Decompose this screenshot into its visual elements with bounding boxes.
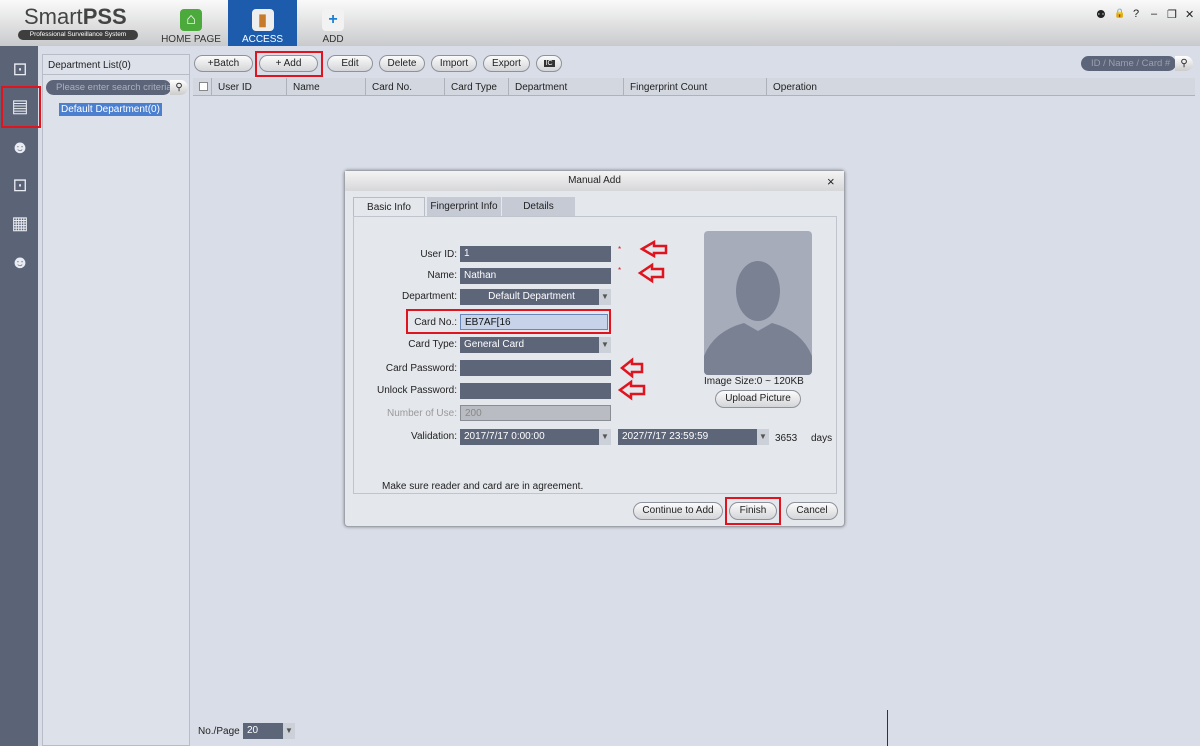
home-icon: ⌂ xyxy=(180,9,202,31)
user-id-input[interactable]: 1 xyxy=(460,246,611,262)
tab-details[interactable]: Details xyxy=(502,197,575,216)
edit-button[interactable]: Edit xyxy=(327,55,373,72)
logo: SmartPSS xyxy=(24,4,127,29)
validation-days: 3653 xyxy=(775,433,798,444)
upload-picture-button[interactable]: Upload Picture xyxy=(715,390,801,408)
annotation-arrows xyxy=(617,239,668,401)
annotation-box-add xyxy=(255,51,323,77)
department-item[interactable]: Default Department(0) xyxy=(59,103,162,116)
unlock-password-label: Unlock Password: xyxy=(376,385,457,396)
door-bell-icon[interactable]: ⊡ xyxy=(7,172,33,198)
user-settings-icon[interactable]: ☻ xyxy=(7,134,33,160)
dialog-title: Manual Add xyxy=(345,171,844,191)
restore-icon[interactable]: ❐ xyxy=(1167,8,1177,21)
number-of-use-input: 200 xyxy=(460,405,611,421)
plus-icon: + xyxy=(322,9,344,31)
import-button[interactable]: Import xyxy=(431,55,477,72)
tab-basic-info[interactable]: Basic Info xyxy=(353,197,425,216)
per-page-label: No./Page xyxy=(198,726,240,737)
continue-to-add-button[interactable]: Continue to Add xyxy=(633,502,723,520)
tab-home-page[interactable]: ⌂ HOME PAGE xyxy=(158,0,224,46)
column-header[interactable]: Department xyxy=(509,78,624,96)
export-button[interactable]: Export xyxy=(483,55,530,72)
chevron-down-icon: ▼ xyxy=(599,337,611,353)
department-search-input[interactable]: Please enter search criteria xyxy=(46,80,171,95)
validation-start-select[interactable]: 2017/7/17 0:00:00 ▼ xyxy=(460,429,611,445)
close-icon[interactable]: ✕ xyxy=(1185,8,1194,21)
report-search-icon[interactable]: ▦ xyxy=(7,210,33,236)
manual-add-dialog: Manual Add × Basic Info Fingerprint Info… xyxy=(344,170,845,527)
image-size-note: Image Size:0 ~ 120KB xyxy=(704,376,804,387)
user-icon[interactable]: ⚉ xyxy=(1096,8,1106,21)
user-search-input[interactable]: ID / Name / Card # xyxy=(1081,56,1176,71)
name-input[interactable]: Nathan xyxy=(460,268,611,284)
lock-icon[interactable]: 🔒 xyxy=(1114,8,1125,19)
annotation-box-finish xyxy=(725,497,781,525)
user-clock-icon[interactable]: ☻ xyxy=(7,249,33,275)
department-select[interactable]: Default Department ▼ xyxy=(460,289,611,305)
avatar-placeholder xyxy=(704,231,812,375)
number-of-use-label: Number of Use: xyxy=(386,408,457,419)
chevron-down-icon: ▼ xyxy=(599,289,611,305)
app-header: SmartPSS Professional Surveillance Syste… xyxy=(0,0,1200,46)
select-all-checkbox[interactable] xyxy=(193,78,212,96)
user-id-label: User ID: xyxy=(420,249,457,260)
column-header[interactable]: Name xyxy=(287,78,366,96)
cancel-button[interactable]: Cancel xyxy=(786,502,838,520)
ic-card-button[interactable]: IC xyxy=(536,55,562,72)
arrow-left-icon xyxy=(619,357,644,379)
chevron-down-icon: ▼ xyxy=(757,429,769,445)
card-type-select[interactable]: General Card ▼ xyxy=(460,337,611,353)
days-unit: days xyxy=(811,433,833,444)
tab-add[interactable]: + ADD xyxy=(302,0,364,46)
column-header[interactable]: Card No. xyxy=(366,78,445,96)
side-icon-bar: ⊡ ▤ ☻ ⊡ ▦ ☻ xyxy=(0,46,38,746)
delete-button[interactable]: Delete xyxy=(379,55,425,72)
name-label: Name: xyxy=(427,270,457,281)
card-type-label: Card Type: xyxy=(408,339,457,350)
arrow-left-icon xyxy=(617,379,646,401)
validation-label: Validation: xyxy=(411,431,457,442)
search-icon[interactable]: ⚲ xyxy=(170,80,188,95)
table-header: User ID Name Card No. Card Type Departme… xyxy=(193,78,1195,96)
column-header[interactable]: Card Type xyxy=(445,78,509,96)
minimize-icon[interactable]: – xyxy=(1151,8,1157,20)
per-page-select[interactable]: 20 ▼ xyxy=(243,723,295,739)
annotation-box-card-no xyxy=(406,309,611,334)
column-header[interactable]: Operation xyxy=(767,78,1195,96)
tab-access[interactable]: ▮ ACCESS xyxy=(228,0,297,46)
agreement-note: Make sure reader and card are in agreeme… xyxy=(382,481,584,492)
validation-end-select[interactable]: 2027/7/17 23:59:59 ▼ xyxy=(618,429,769,445)
department-label: Department: xyxy=(401,291,457,302)
help-icon[interactable]: ? xyxy=(1133,8,1139,20)
unlock-password-input[interactable] xyxy=(460,383,611,399)
card-password-input[interactable] xyxy=(460,360,611,376)
divider xyxy=(887,710,888,746)
ic-card-icon: IC xyxy=(543,60,555,67)
annotation-box-sidebar xyxy=(1,86,41,128)
close-icon[interactable]: × xyxy=(827,174,835,189)
search-icon[interactable]: ⚲ xyxy=(1175,56,1193,71)
department-title: Department List(0) xyxy=(43,55,189,75)
column-header[interactable]: User ID xyxy=(212,78,287,96)
arrow-left-icon xyxy=(637,262,665,284)
card-password-label: Card Password: xyxy=(385,363,457,374)
chevron-down-icon: ▼ xyxy=(599,429,611,445)
tab-fingerprint-info[interactable]: Fingerprint Info xyxy=(427,197,501,216)
department-panel: Department List(0) Please enter search c… xyxy=(42,54,190,746)
logo-subtitle: Professional Surveillance System xyxy=(18,30,138,40)
door-user-icon[interactable]: ⊡ xyxy=(7,56,33,82)
user-silhouette-icon xyxy=(704,261,812,375)
door-icon: ▮ xyxy=(251,9,274,31)
batch-button[interactable]: +Batch xyxy=(194,55,253,72)
arrow-left-icon xyxy=(639,239,668,259)
column-header[interactable]: Fingerprint Count xyxy=(624,78,767,96)
chevron-down-icon: ▼ xyxy=(283,723,295,739)
